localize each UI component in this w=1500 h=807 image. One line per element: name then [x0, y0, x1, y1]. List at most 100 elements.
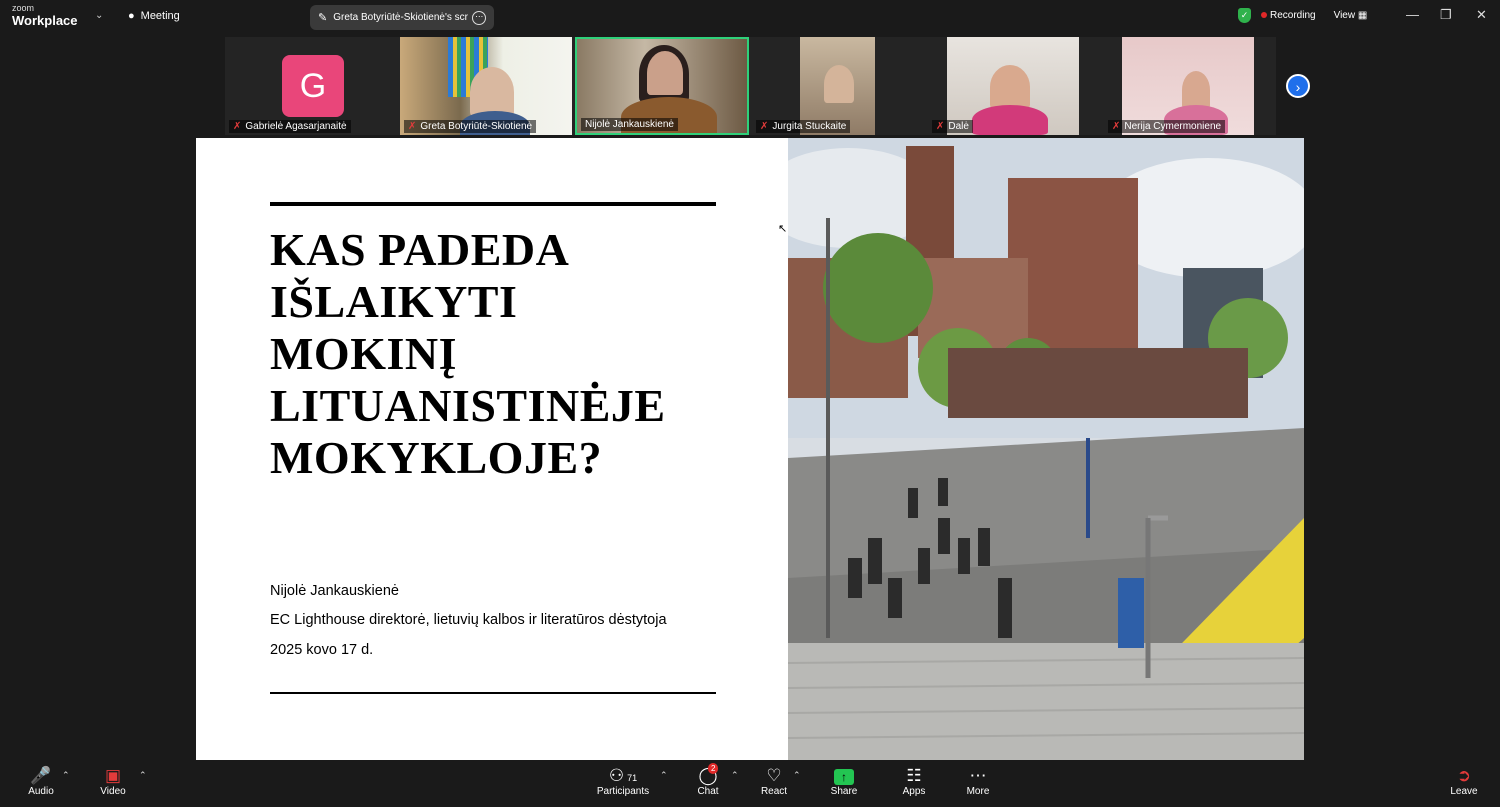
participant-name: Greta Botyriūtė-Skiotienė	[420, 121, 533, 132]
more-options-icon[interactable]: ⋯	[472, 10, 487, 25]
divider	[270, 692, 716, 694]
participant-video	[647, 51, 683, 95]
meeting-menu[interactable]: ● Meeting	[128, 10, 180, 22]
avatar: G	[282, 55, 344, 117]
share-button[interactable]: ↑ Share	[828, 766, 860, 797]
participant-name: Dalė	[948, 121, 969, 132]
audio-button[interactable]: 🎤 Audio	[26, 766, 56, 797]
share-label: Share	[830, 786, 858, 797]
mic-muted-icon: ✗	[408, 121, 417, 132]
chevron-up-icon[interactable]: ⌃	[139, 770, 147, 781]
apps-button[interactable]: ☷ Apps	[900, 766, 928, 797]
participants-count: 71	[627, 773, 638, 783]
participant-face	[990, 65, 1030, 109]
logo-top-text: zoom	[12, 3, 35, 13]
recording-indicator[interactable]: Recording	[1261, 10, 1316, 21]
participant-name: Nijolė Jankauskienė	[585, 119, 674, 130]
react-label: React	[760, 786, 788, 797]
participant-tile-active[interactable]: Nijolė Jankauskienė	[575, 37, 749, 135]
slide-title-line: KAS PADEDA	[270, 224, 570, 275]
leave-label: Leave	[1450, 786, 1478, 797]
close-icon[interactable]: ✕	[1476, 7, 1487, 23]
participant-body	[972, 105, 1048, 135]
chat-label: Chat	[697, 786, 719, 797]
slide-title: KAS PADEDA IŠLAIKYTI MOKINĮ LITUANISTINĖ…	[270, 224, 730, 484]
share-label: Greta Botyriūtė-Skiotienė's screen	[333, 12, 468, 23]
participant-name: Jurgita Stuckaite	[772, 121, 847, 132]
participant-name-tag: ✗ Greta Botyriūtė-Skiotienė	[404, 120, 537, 133]
pen-icon: ✎	[318, 12, 328, 24]
meeting-label: Meeting	[140, 10, 180, 22]
participants-icon: ⚇ 71	[608, 766, 638, 785]
recording-label: Recording	[1270, 10, 1316, 21]
chevron-up-icon[interactable]: ⌃	[660, 770, 668, 781]
participant-strip: G ✗ Gabrielė Agasarjanaitė ✗ Greta Botyriū…	[225, 37, 1276, 135]
mic-muted-icon: ✗	[760, 121, 769, 132]
video-button[interactable]: ▣ Video	[98, 766, 128, 797]
participant-face	[1182, 71, 1210, 109]
participant-name: Nerija Cymermoniene	[1124, 121, 1222, 132]
divider	[270, 202, 716, 206]
participants-label: Participants	[596, 786, 650, 797]
mic-muted-icon: ✗	[936, 121, 945, 132]
apps-label: Apps	[902, 786, 926, 797]
shared-screen: KAS PADEDA IŠLAIKYTI MOKINĮ LITUANISTINĖ…	[196, 138, 1304, 760]
more-label: More	[966, 786, 990, 797]
minimize-icon[interactable]: —	[1406, 7, 1419, 22]
participant-tile[interactable]: ✗ Dalė	[928, 37, 1102, 135]
chevron-up-icon[interactable]: ⌃	[62, 770, 70, 781]
restore-icon[interactable]: ❐	[1440, 7, 1452, 23]
chat-badge: 2	[708, 763, 719, 774]
chevron-up-icon[interactable]: ⌃	[731, 770, 739, 781]
mouse-cursor-icon: ↖	[778, 223, 788, 235]
participant-name-tag: Nijolė Jankauskienė	[581, 118, 678, 131]
video-off-icon: ▣	[104, 766, 122, 785]
shield-icon[interactable]: ✓	[1238, 8, 1251, 23]
logo-bottom-text: Workplace	[12, 13, 78, 28]
participant-tile[interactable]: ✗ Greta Botyriūtė-Skiotienė	[400, 37, 572, 135]
participants-button[interactable]: ⚇ 71 Participants	[596, 766, 650, 797]
meeting-toolbar: 🎤 Audio ⌃ ▣ Video ⌃ ⚇ 71 Participants ⌃ ◯…	[0, 760, 1500, 807]
chevron-right-icon: ›	[1295, 79, 1301, 95]
slide-author: Nijolė Jankauskienė	[270, 583, 399, 599]
participant-name-tag: ✗ Jurgita Stuckaite	[756, 120, 851, 133]
photo-illustration	[788, 138, 1304, 760]
leave-icon: ➲	[1456, 766, 1472, 785]
share-screen-icon: ↑	[834, 769, 854, 785]
chevron-down-icon[interactable]: ⌄	[95, 10, 103, 21]
mic-muted-icon: ✗	[1112, 121, 1121, 132]
heart-icon: ♡	[766, 766, 782, 785]
participant-tile[interactable]: ✗ Jurgita Stuckaite	[752, 37, 926, 135]
react-button[interactable]: ♡ React	[760, 766, 788, 797]
chat-button[interactable]: ◯ 2 Chat	[694, 763, 722, 797]
view-label: View	[1333, 10, 1356, 21]
participant-name-tag: ✗ Nerija Cymermoniene	[1108, 120, 1226, 133]
school-yard-photo	[788, 138, 1304, 760]
view-button[interactable]: View ▦	[1334, 10, 1368, 21]
participant-name-tag: ✗ Dalė	[932, 120, 973, 133]
participant-name: Gabrielė Agasarjanaitė	[245, 121, 347, 132]
slide-title-line: IŠLAIKYTI	[270, 276, 518, 327]
participant-tile[interactable]: G ✗ Gabrielė Agasarjanaitė	[225, 37, 397, 135]
grid-icon: ▦	[1357, 10, 1368, 21]
status-area: ✓ Recording View ▦	[1238, 8, 1367, 23]
more-button[interactable]: ⋯ More	[964, 766, 992, 797]
chevron-up-icon[interactable]: ⌃	[793, 770, 801, 781]
paw-icon: ●	[128, 10, 135, 22]
mic-muted-icon: 🎤	[30, 766, 52, 785]
screen-share-indicator[interactable]: ✎ Greta Botyriūtė-Skiotienė's screen ⋯	[310, 5, 494, 30]
participant-name-tag: ✗ Gabrielė Agasarjanaitė	[229, 120, 351, 133]
zoom-logo[interactable]: zoom Workplace	[12, 4, 78, 29]
slide-date: 2025 kovo 17 d.	[270, 642, 374, 658]
apps-icon: ☷	[906, 766, 922, 785]
more-icon: ⋯	[969, 766, 987, 785]
leave-button[interactable]: ➲ Leave	[1449, 766, 1479, 797]
top-bar: zoom Workplace ⌄ ● Meeting ✎ Greta Botyr…	[0, 0, 1500, 34]
mic-muted-icon: ✗	[233, 121, 242, 132]
next-page-button[interactable]: ›	[1286, 74, 1310, 98]
participant-video	[470, 67, 514, 117]
audio-label: Audio	[28, 786, 54, 797]
chat-icon: ◯ 2	[698, 763, 719, 785]
participant-tile[interactable]: ✗ Nerija Cymermoniene	[1104, 37, 1276, 135]
slide-title-line: MOKINĮ	[270, 328, 457, 379]
